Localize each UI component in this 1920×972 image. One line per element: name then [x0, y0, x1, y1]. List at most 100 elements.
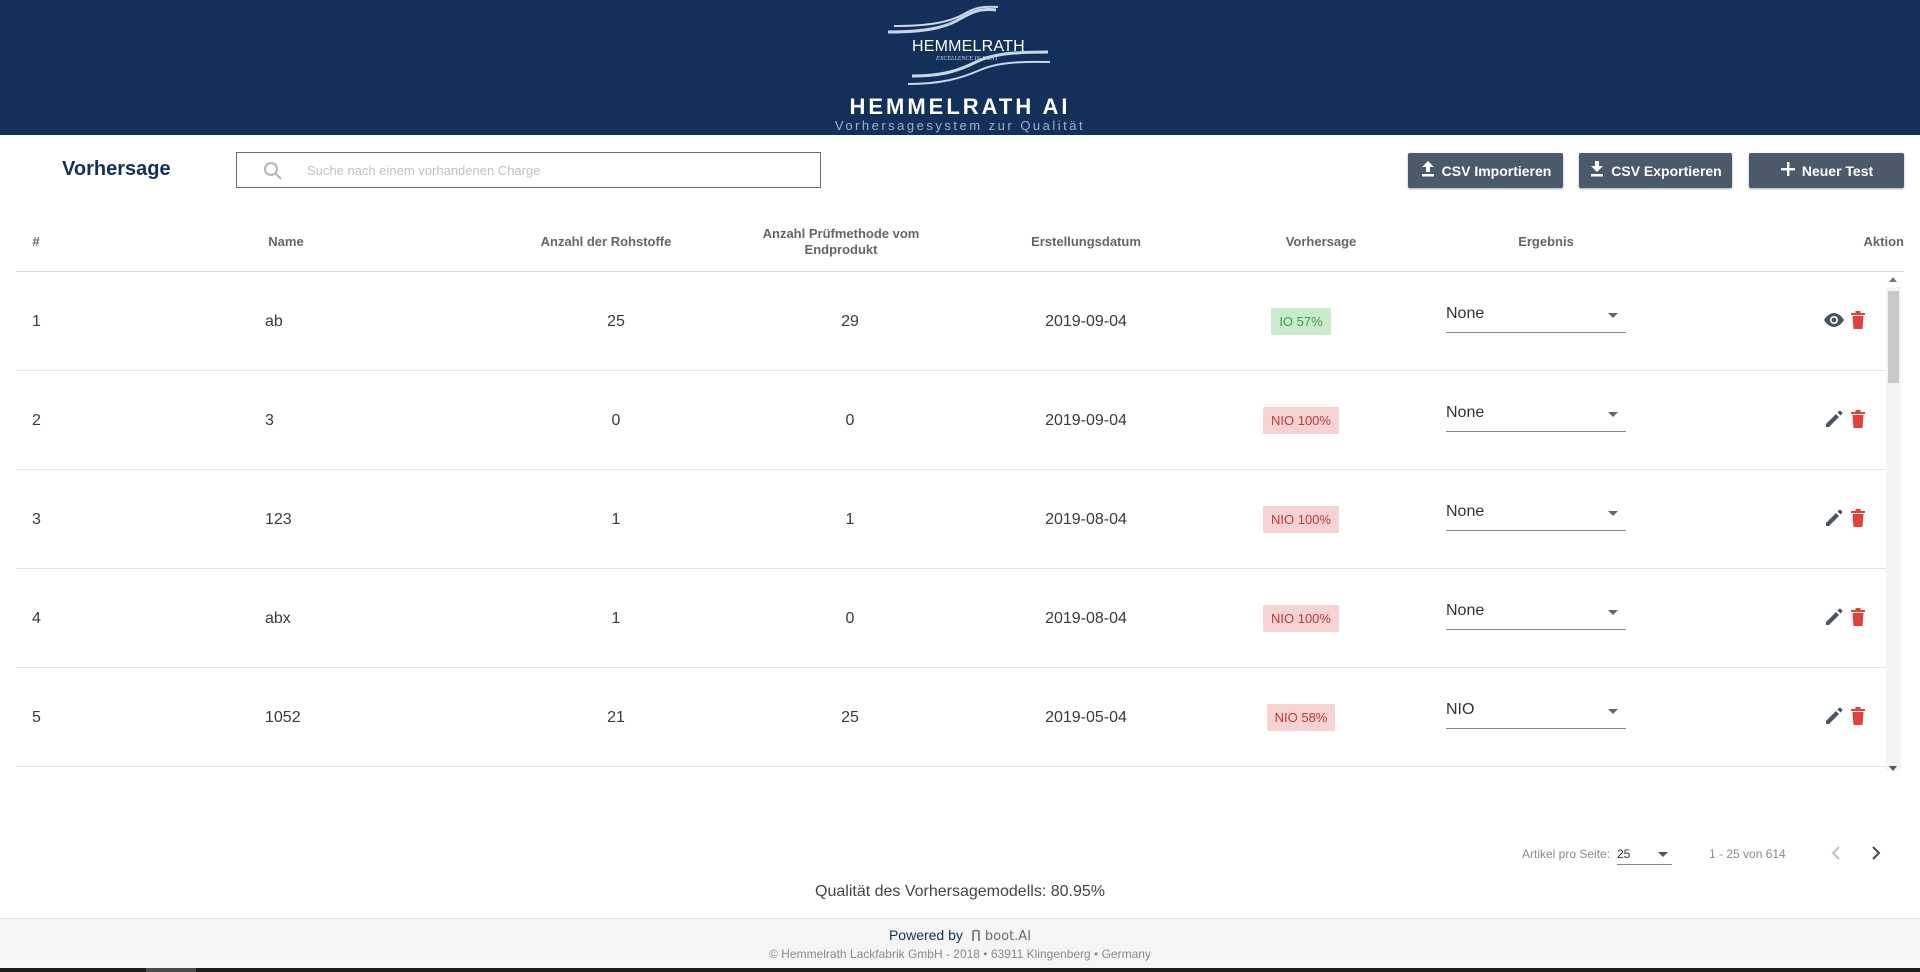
items-per-page-select[interactable]: 25 [1617, 843, 1672, 865]
row-raw-count: 1 [611, 609, 621, 627]
trash-icon [1851, 509, 1865, 527]
bottom-strip [0, 968, 1920, 972]
copyright: © Hemmelrath Lackfabrik GmbH - 2018 • 63… [769, 947, 1151, 961]
col-header-raw-materials[interactable]: Anzahl der Rohstoffe [516, 212, 696, 272]
chevron-left-icon [1831, 846, 1840, 860]
delete-button[interactable] [1847, 308, 1869, 332]
download-icon [1589, 160, 1605, 181]
trash-icon [1851, 608, 1865, 626]
scroll-up-arrow-icon[interactable] [1889, 277, 1897, 282]
row-date: 2019-05-04 [1045, 708, 1127, 726]
footer: Powered by boot.AI © Hemmelrath Lackfabr… [0, 918, 1920, 968]
csv-export-button[interactable]: CSV Exportieren [1579, 153, 1732, 188]
table-row: 3 123 1 1 2019-08-04 NIO 100% None [16, 470, 1886, 569]
plus-icon [1780, 161, 1796, 180]
pagination-range: 1 - 25 von 614 [1709, 847, 1786, 861]
dropdown-arrow-icon [1608, 313, 1618, 318]
row-raw-count: 25 [607, 312, 625, 330]
result-select[interactable]: None [1446, 402, 1626, 432]
col-header-action: Aktion [1863, 234, 1904, 249]
dropdown-arrow-icon [1658, 852, 1668, 857]
delete-button[interactable] [1847, 605, 1869, 629]
prediction-badge: NIO 100% [1263, 605, 1339, 632]
search-input[interactable] [307, 159, 807, 181]
app-title: HEMMELRATH AI [849, 94, 1071, 119]
row-test-count: 1 [845, 510, 855, 528]
result-select[interactable]: NIO [1446, 699, 1626, 729]
items-per-page-label: Artikel pro Seite: [1522, 847, 1611, 861]
result-select-value: None [1446, 404, 1485, 421]
dropdown-arrow-icon [1608, 412, 1618, 417]
pencil-icon [1826, 410, 1843, 427]
col-header-prediction[interactable]: Vorhersage [1256, 212, 1386, 272]
prediction-badge: NIO 100% [1263, 506, 1339, 533]
row-raw-count: 1 [611, 510, 621, 528]
result-select-value: None [1446, 602, 1485, 619]
dropdown-arrow-icon [1608, 511, 1618, 516]
delete-button[interactable] [1847, 506, 1869, 530]
delete-button[interactable] [1847, 407, 1869, 431]
scrollbar-thumb[interactable] [1888, 291, 1899, 383]
result-select[interactable]: None [1446, 303, 1626, 333]
edit-button[interactable] [1823, 506, 1845, 530]
row-number: 2 [32, 411, 41, 429]
table-body: 1 ab 25 29 2019-09-04 IO 57% None 2 3 0 … [16, 272, 1886, 768]
view-button[interactable] [1823, 308, 1845, 332]
row-number: 4 [32, 609, 41, 627]
row-raw-count: 21 [607, 708, 625, 726]
col-header-name[interactable]: Name [216, 212, 356, 272]
result-select-value: None [1446, 305, 1485, 322]
csv-import-button[interactable]: CSV Importieren [1408, 153, 1563, 188]
new-test-button[interactable]: Neuer Test [1749, 153, 1904, 188]
result-select[interactable]: None [1446, 501, 1626, 531]
pencil-icon [1826, 707, 1843, 724]
table-scrollbar[interactable] [1886, 277, 1901, 771]
hemmelrath-logo: HEMMELRATH EXCELLENCE IN PAINT [884, 4, 1050, 90]
edit-button[interactable] [1823, 605, 1845, 629]
app-header: HEMMELRATH EXCELLENCE IN PAINT HEMMELRAT… [0, 0, 1920, 135]
edit-button[interactable] [1823, 407, 1845, 431]
csv-import-label: CSV Importieren [1441, 162, 1552, 179]
table-row: 1 ab 25 29 2019-09-04 IO 57% None [16, 272, 1886, 371]
logo-tagline: EXCELLENCE IN PAINT [936, 56, 998, 62]
row-raw-count: 0 [611, 411, 621, 429]
row-date: 2019-09-04 [1045, 411, 1127, 429]
row-date: 2019-08-04 [1045, 609, 1127, 627]
result-select-value: NIO [1446, 701, 1475, 718]
delete-button[interactable] [1847, 704, 1869, 728]
trash-icon [1851, 707, 1865, 725]
items-per-page-value: 25 [1617, 847, 1631, 861]
prediction-badge: NIO 100% [1263, 407, 1339, 434]
powered-by: Powered by boot.AI [0, 927, 1920, 944]
search-box[interactable] [236, 152, 821, 188]
row-name: 1052 [265, 708, 301, 726]
row-number: 5 [32, 708, 41, 726]
col-header-created-date[interactable]: Erstellungsdatum [996, 212, 1176, 272]
row-test-count: 0 [845, 411, 855, 429]
row-date: 2019-09-04 [1045, 312, 1127, 330]
table-row: 5 1052 21 25 2019-05-04 NIO 58% NIO [16, 668, 1886, 767]
prediction-badge: NIO 58% [1266, 704, 1336, 731]
bootai-brand-text: boot.AI [984, 929, 1032, 944]
pencil-icon [1826, 509, 1843, 526]
dropdown-arrow-icon [1608, 709, 1618, 714]
upload-icon [1420, 160, 1436, 181]
row-name: ab [265, 312, 283, 330]
col-header-test-methods[interactable]: Anzahl Prüfmethode vom Endprodukt [746, 212, 936, 272]
edit-button[interactable] [1823, 704, 1845, 728]
model-quality: Qualität des Vorhersagemodells: 80.95% [815, 883, 1105, 900]
bootai-logo: boot.AI [971, 929, 1031, 944]
result-select[interactable]: None [1446, 600, 1626, 630]
dropdown-arrow-icon [1608, 610, 1618, 615]
col-header-number[interactable]: # [16, 212, 56, 272]
trash-icon [1851, 410, 1865, 428]
previous-page-button[interactable] [1826, 843, 1846, 868]
scroll-down-arrow-icon[interactable] [1889, 766, 1897, 771]
row-name: 123 [265, 510, 292, 528]
row-test-count: 25 [841, 708, 859, 726]
row-test-count: 0 [845, 609, 855, 627]
next-page-button[interactable] [1866, 843, 1886, 868]
result-select-value: None [1446, 503, 1485, 520]
trash-icon [1851, 311, 1865, 329]
csv-export-label: CSV Exportieren [1611, 162, 1722, 179]
